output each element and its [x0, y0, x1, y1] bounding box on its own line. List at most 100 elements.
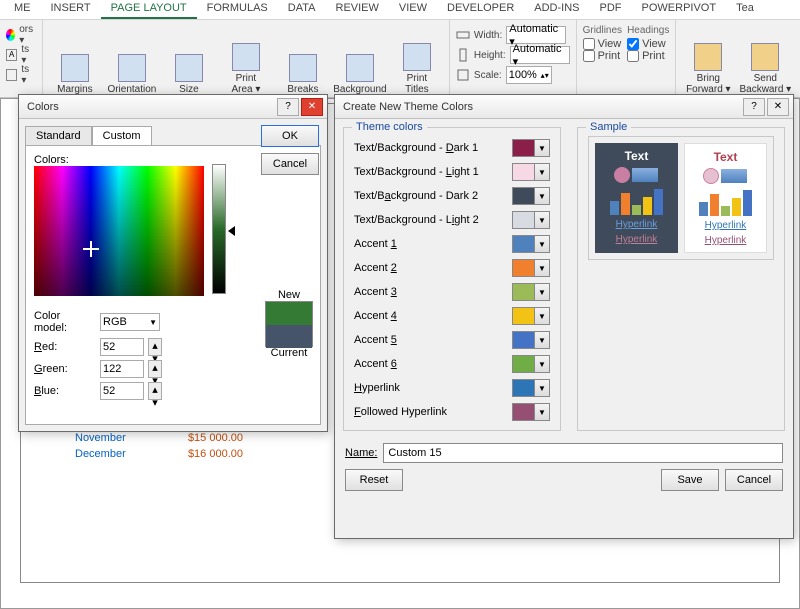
- send-backward-icon: [751, 43, 779, 71]
- green-spin[interactable]: ▴▾: [148, 360, 162, 378]
- spectrum-cursor[interactable]: [86, 244, 96, 254]
- cell-value[interactable]: $16 000.00: [163, 448, 243, 460]
- cell-month[interactable]: December: [75, 448, 145, 460]
- help-button[interactable]: ?: [277, 98, 299, 116]
- theme-colors-dialog: Create New Theme Colors ? ✕ Theme colors…: [334, 94, 794, 539]
- tab-insert[interactable]: INSERT: [41, 0, 101, 19]
- theme-color-combo[interactable]: ▼: [512, 211, 550, 229]
- theme-color-label: Accent 4: [354, 310, 504, 322]
- theme-name-input[interactable]: [383, 443, 783, 463]
- tab-home[interactable]: ME: [4, 0, 41, 19]
- group-page-setup: Margins Orientation Size Print Area ▾ Br…: [43, 20, 450, 97]
- tab-data[interactable]: DATA: [278, 0, 326, 19]
- tab-powerpivot[interactable]: POWERPIVOT: [632, 0, 727, 19]
- sample-light-card: Text Hyperlink Hyperlink: [684, 143, 767, 253]
- print-titles-button[interactable]: Print Titles: [391, 25, 443, 95]
- theme-color-label: Text/Background - Light 2: [354, 214, 504, 226]
- ok-button[interactable]: OK: [261, 125, 319, 147]
- tab-review[interactable]: REVIEW: [326, 0, 389, 19]
- print-titles-icon: [403, 43, 431, 71]
- height-combo[interactable]: Automatic ▾: [510, 46, 570, 64]
- theme-color-combo[interactable]: ▼: [512, 163, 550, 181]
- theme-color-combo[interactable]: ▼: [512, 259, 550, 277]
- theme-color-combo[interactable]: ▼: [512, 187, 550, 205]
- breaks-icon: [289, 54, 317, 82]
- scale-icon: [456, 68, 470, 82]
- scale-spin[interactable]: 100%▴▾: [506, 66, 552, 84]
- theme-color-combo[interactable]: ▼: [512, 379, 550, 397]
- color-model-label: Color model:: [34, 310, 96, 334]
- theme-color-row: Accent 2▼: [354, 256, 550, 280]
- luminance-slider-arrow[interactable]: [228, 226, 235, 236]
- height-icon: [456, 48, 470, 62]
- blue-input[interactable]: [100, 382, 144, 400]
- theme-color-combo[interactable]: ▼: [512, 355, 550, 373]
- bring-forward-button[interactable]: Bring Forward ▾: [682, 25, 734, 95]
- color-spectrum[interactable]: [34, 166, 204, 296]
- tab-page-layout[interactable]: PAGE LAYOUT: [101, 0, 197, 19]
- headings-print-check[interactable]: Print: [627, 50, 669, 62]
- color-model-combo[interactable]: RGB▼: [100, 313, 160, 331]
- sample-preview: Text Hyperlink Hyperlink Text Hyperlink …: [588, 136, 774, 260]
- theme-fonts-btn[interactable]: Ats ▾: [6, 45, 36, 65]
- cancel-button[interactable]: Cancel: [725, 469, 783, 491]
- cancel-button[interactable]: Cancel: [261, 153, 319, 175]
- theme-color-combo[interactable]: ▼: [512, 283, 550, 301]
- luminance-slider[interactable]: [212, 164, 226, 294]
- tab-team[interactable]: Tea: [726, 0, 764, 19]
- gridlines-print-check[interactable]: Print: [583, 50, 622, 62]
- theme-color-label: Text/Background - Light 1: [354, 166, 504, 178]
- margins-icon: [61, 54, 89, 82]
- orientation-button[interactable]: Orientation: [106, 25, 158, 95]
- cell-value[interactable]: $15 000.00: [163, 432, 243, 444]
- green-label: Green:: [34, 363, 96, 375]
- blue-spin[interactable]: ▴▾: [148, 382, 162, 400]
- theme-color-combo[interactable]: ▼: [512, 307, 550, 325]
- theme-color-label: Followed Hyperlink: [354, 406, 504, 418]
- red-input[interactable]: [100, 338, 144, 356]
- background-button[interactable]: Background: [334, 25, 386, 95]
- theme-color-combo[interactable]: ▼: [512, 235, 550, 253]
- ribbon-tabs: ME INSERT PAGE LAYOUT FORMULAS DATA REVI…: [0, 0, 800, 20]
- theme-color-row: Accent 3▼: [354, 280, 550, 304]
- background-icon: [346, 54, 374, 82]
- send-backward-button[interactable]: Send Backward ▾: [739, 25, 791, 95]
- tab-developer[interactable]: DEVELOPER: [437, 0, 524, 19]
- theme-titlebar[interactable]: Create New Theme Colors ? ✕: [335, 95, 793, 119]
- selection-pane-button[interactable]: Selection Pane: [796, 25, 800, 95]
- tab-view[interactable]: VIEW: [389, 0, 437, 19]
- theme-effects-btn[interactable]: ts ▾: [6, 65, 36, 85]
- theme-color-row: Text/Background - Dark 1 ▼: [354, 136, 550, 160]
- theme-colors-btn[interactable]: ors ▾: [6, 25, 36, 45]
- width-icon: [456, 28, 470, 42]
- theme-color-combo[interactable]: ▼: [512, 331, 550, 349]
- size-button[interactable]: Size: [163, 25, 215, 95]
- red-spin[interactable]: ▴▾: [148, 338, 162, 356]
- red-label: Red:: [34, 341, 96, 353]
- save-button[interactable]: Save: [661, 469, 719, 491]
- breaks-button[interactable]: Breaks: [277, 25, 329, 95]
- gridlines-view-check[interactable]: View: [583, 38, 622, 50]
- theme-color-combo[interactable]: ▼: [512, 139, 550, 157]
- close-button[interactable]: ✕: [767, 98, 789, 116]
- tab-addins[interactable]: ADD-INS: [524, 0, 589, 19]
- theme-color-combo[interactable]: ▼: [512, 403, 550, 421]
- green-input[interactable]: [100, 360, 144, 378]
- help-button[interactable]: ?: [743, 98, 765, 116]
- reset-button[interactable]: Reset: [345, 469, 403, 491]
- tab-pdf[interactable]: PDF: [590, 0, 632, 19]
- print-area-button[interactable]: Print Area ▾: [220, 25, 272, 95]
- tab-custom[interactable]: Custom: [92, 126, 152, 146]
- headings-view-check[interactable]: View: [627, 38, 669, 50]
- theme-dialog-title: Create New Theme Colors: [343, 101, 741, 113]
- tab-formulas[interactable]: FORMULAS: [197, 0, 278, 19]
- blue-label: Blue:: [34, 385, 96, 397]
- cell-month[interactable]: November: [75, 432, 145, 444]
- tab-standard[interactable]: Standard: [25, 126, 92, 146]
- close-button[interactable]: ✕: [301, 98, 323, 116]
- colors-titlebar[interactable]: Colors ? ✕: [19, 95, 327, 119]
- width-combo[interactable]: Automatic ▾: [506, 26, 566, 44]
- new-color-swatch: [266, 302, 312, 325]
- theme-color-label: Text/Background - Dark 1: [354, 142, 504, 154]
- margins-button[interactable]: Margins: [49, 25, 101, 95]
